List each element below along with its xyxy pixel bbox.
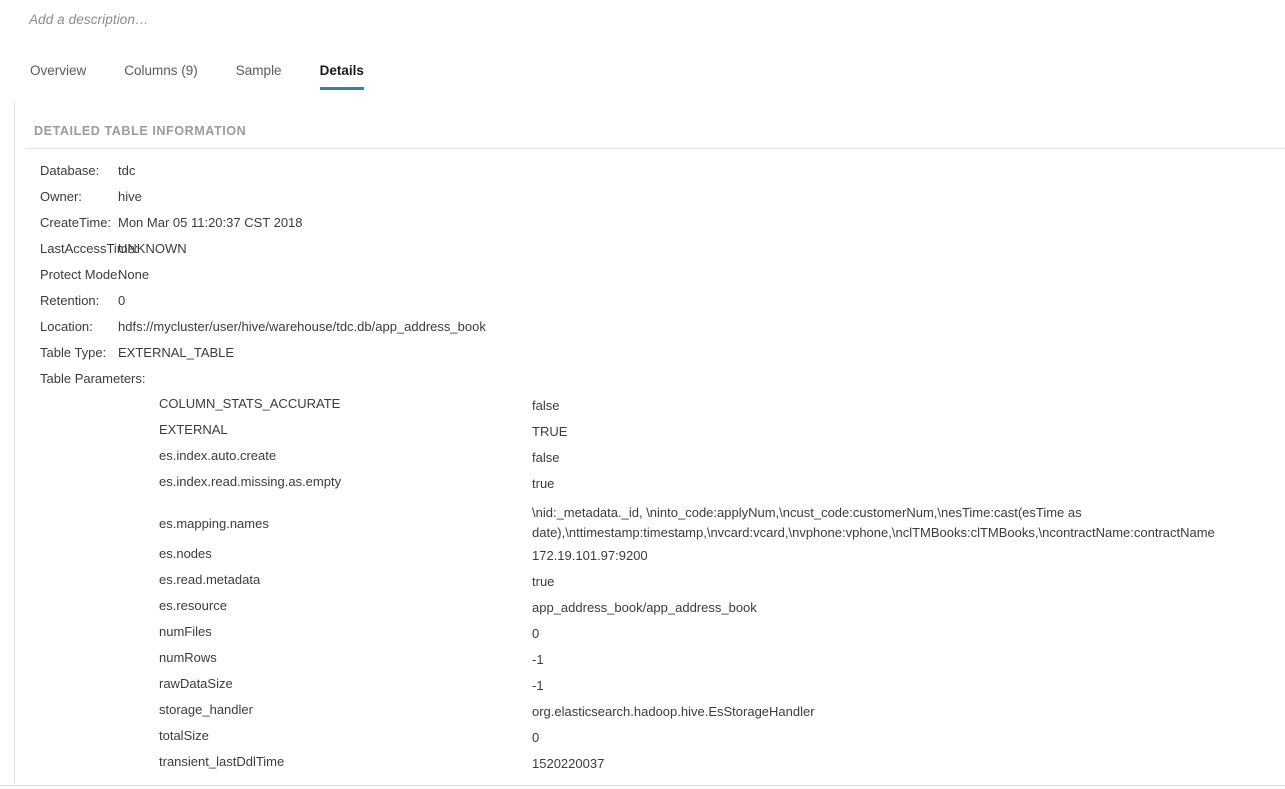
info-label: Retention:	[40, 293, 100, 308]
parameter-key: transient_lastDdlTime	[159, 754, 285, 769]
info-label: Table Type:	[40, 345, 107, 360]
table-row: es.mapping.names \nid:_metadata._id, \nin…	[0, 500, 1285, 546]
info-value: UNKNOWN	[118, 241, 187, 256]
info-value: 0	[118, 293, 126, 308]
parameter-key: COLUMN_STATS_ACCURATE	[159, 396, 341, 411]
parameter-key: es.resource	[159, 598, 227, 613]
parameter-value: TRUE	[532, 424, 568, 439]
parameter-value: 1520220037	[532, 756, 605, 771]
table-row: storage_handler org.elasticsearch.hadoop.…	[0, 702, 1285, 728]
table-row: transient_lastDdlTime 1520220037	[0, 754, 1285, 780]
info-value: None	[118, 267, 150, 282]
table-row: es.index.auto.create false	[0, 448, 1285, 474]
table-row: Database: tdc	[0, 163, 1285, 189]
parameter-value: -1	[532, 678, 544, 693]
table-row: es.nodes 172.19.101.97:9200	[0, 546, 1285, 572]
table-info-list: Database: tdc Owner: hive CreateTime: Mon Mar…	[0, 163, 1285, 397]
parameter-key: totalSize	[159, 728, 209, 743]
info-label: LastAccessTime:	[40, 241, 139, 256]
parameter-value: 0	[532, 626, 540, 641]
parameter-value: -1	[532, 652, 544, 667]
table-row: EXTERNAL TRUE	[0, 422, 1285, 448]
table-row: Table Type: EXTERNAL_TABLE	[0, 345, 1285, 371]
table-row: es.read.metadata true	[0, 572, 1285, 598]
parameter-value: \nid:_metadata._id, \ninto_code:applyNum…	[532, 505, 1215, 540]
info-label: Database:	[40, 163, 100, 178]
table-row: CreateTime: Mon Mar 05 11:20:37 CST 2018	[0, 215, 1285, 241]
info-label: Owner:	[40, 189, 82, 204]
page-title: DETAILED TABLE INFORMATION	[34, 124, 247, 138]
info-label: CreateTime:	[40, 215, 112, 230]
parameter-value: false	[532, 398, 560, 413]
table-row: rawDataSize -1	[0, 676, 1285, 702]
parameter-value: org.elasticsearch.hadoop.hive.EsStorageH…	[532, 704, 815, 719]
tab-details[interactable]: Details	[319, 63, 364, 90]
table-row: LastAccessTime: UNKNOWN	[0, 241, 1285, 267]
table-row: numFiles 0	[0, 624, 1285, 650]
parameter-key: es.index.auto.create	[159, 448, 277, 463]
parameter-value: true	[532, 476, 555, 491]
table-row: Location: hdfs://mycluster/user/hive/ware…	[0, 319, 1285, 345]
parameter-value: true	[532, 574, 555, 589]
details-page: Add a description… Overview Columns (9) Sa…	[0, 0, 1285, 789]
table-row: Owner: hive	[0, 189, 1285, 215]
parameter-key: numFiles	[159, 624, 212, 639]
table-row: numRows -1	[0, 650, 1285, 676]
info-label: Location:	[40, 319, 93, 334]
table-row: Protect Mode: None	[0, 267, 1285, 293]
tab-columns-9[interactable]: Columns (9)	[124, 63, 198, 90]
info-value: Mon Mar 05 11:20:37 CST 2018	[118, 215, 303, 230]
parameter-key: rawDataSize	[159, 676, 233, 691]
parameter-value: false	[532, 450, 560, 465]
parameter-key: es.index.read.missing.as.empty	[159, 474, 342, 489]
table-row: es.index.read.missing.as.empty true	[0, 474, 1285, 500]
parameter-key: es.mapping.names	[159, 515, 269, 531]
tab-overview[interactable]: Overview	[30, 63, 86, 90]
parameter-key: es.read.metadata	[159, 572, 261, 587]
bottom-border-rule	[0, 785, 1285, 786]
parameter-value: 172.19.101.97:9200	[532, 548, 648, 563]
info-value: tdc	[118, 163, 136, 178]
table-row: COLUMN_STATS_ACCURATE false	[0, 396, 1285, 422]
parameter-key: numRows	[159, 650, 217, 665]
info-value: hive	[118, 189, 142, 204]
table-row: es.resource app_address_book/app_address_…	[0, 598, 1285, 624]
info-label: Table Parameters:	[40, 371, 146, 386]
parameter-value: app_address_book/app_address_book	[532, 600, 757, 615]
table-row: Retention: 0	[0, 293, 1285, 319]
parameter-key: EXTERNAL	[159, 422, 228, 437]
section-divider	[26, 148, 1285, 149]
parameter-value: 0	[532, 730, 540, 745]
table-row: totalSize 0	[0, 728, 1285, 754]
info-value: EXTERNAL_TABLE	[118, 345, 235, 360]
info-label: Protect Mode:	[40, 267, 121, 282]
tab-sample[interactable]: Sample	[236, 63, 282, 90]
parameter-key: es.nodes	[159, 546, 212, 561]
table-row: Table Parameters:	[0, 371, 1285, 397]
description-placeholder[interactable]: Add a description…	[29, 12, 149, 27]
info-value: hdfs://mycluster/user/hive/warehouse/tdc…	[118, 319, 486, 334]
tab-bar: Overview Columns (9) Sample Details	[30, 63, 364, 90]
table-parameters-list: COLUMN_STATS_ACCURATE false EXTERNAL TRUE es…	[0, 396, 1285, 780]
parameter-key: storage_handler	[159, 702, 253, 717]
